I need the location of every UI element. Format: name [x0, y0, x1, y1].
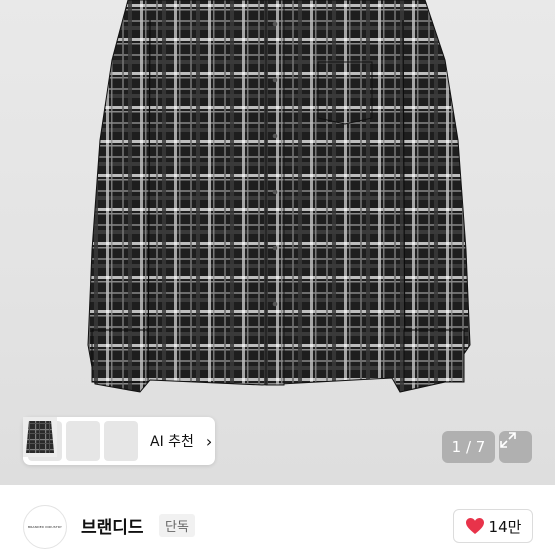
chevron-right-icon: › — [205, 431, 213, 451]
image-pager: 1 / 7 — [442, 431, 495, 463]
product-image[interactable]: AI 추천 › 1 / 7 — [0, 0, 555, 485]
avatar-logo-text: BRANDED INDUSTRY — [27, 525, 63, 529]
recommend-label: AI 추천 — [150, 434, 194, 450]
seller-bar: BRANDED INDUSTRY 브랜디드 단독 14만 — [0, 485, 555, 555]
heart-icon — [465, 518, 484, 534]
exclusive-badge: 단독 — [159, 514, 195, 537]
like-count: 14만 — [488, 517, 522, 536]
shop-name[interactable]: 브랜디드 — [81, 513, 144, 538]
shirt-illustration — [87, 0, 471, 393]
expand-icon — [500, 432, 516, 448]
seller-avatar[interactable]: BRANDED INDUSTRY — [23, 505, 67, 549]
ai-recommend-button[interactable]: AI 추천 › — [23, 417, 215, 465]
recommend-thumbnail[interactable] — [23, 417, 138, 461]
like-button[interactable]: 14만 — [453, 509, 533, 543]
recommend-thumbnail[interactable] — [23, 417, 100, 461]
expand-button[interactable] — [499, 431, 532, 463]
